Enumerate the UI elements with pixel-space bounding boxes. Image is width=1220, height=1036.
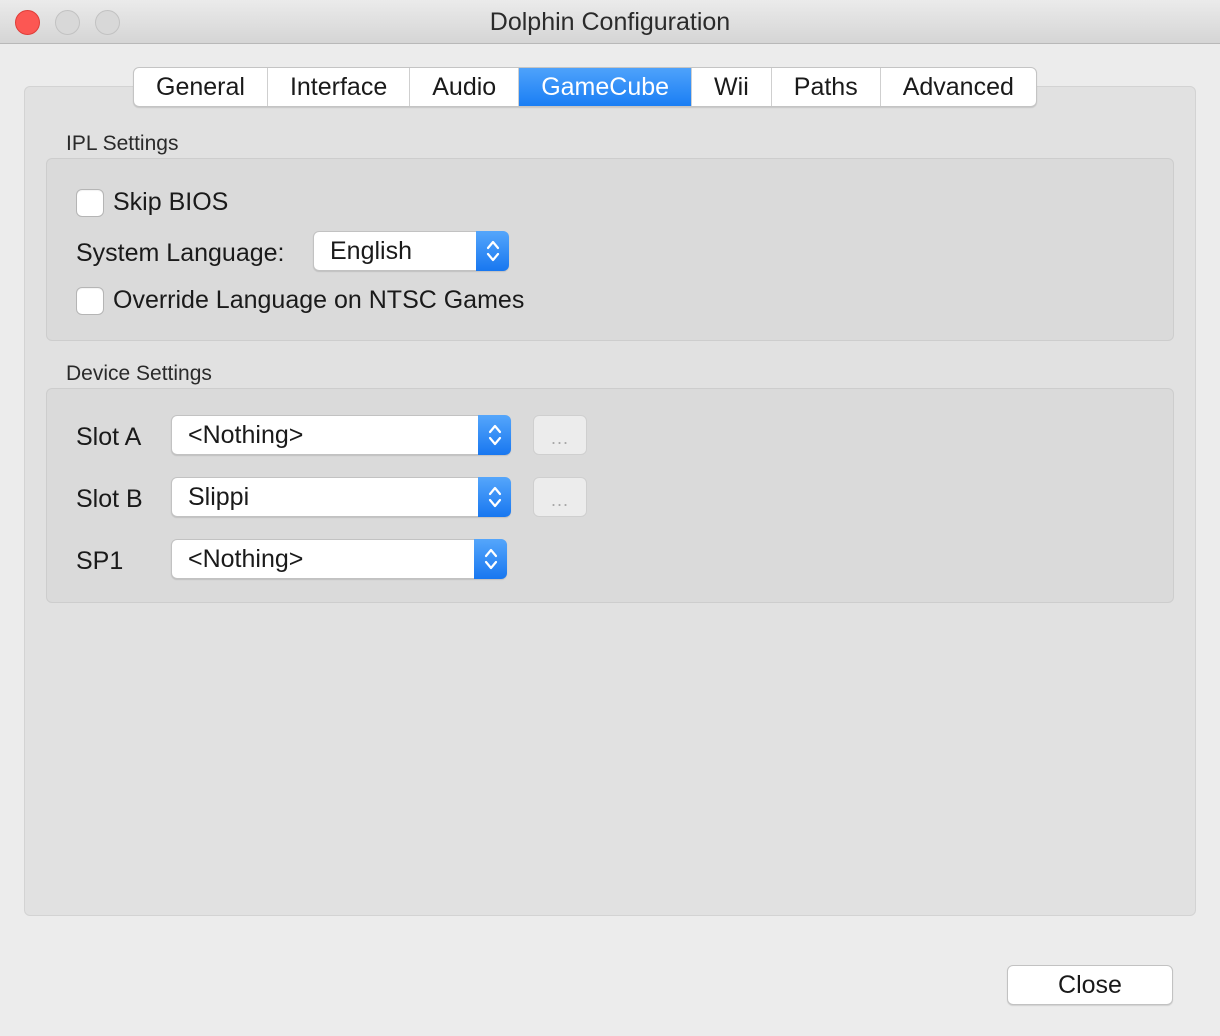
- system-language-select[interactable]: English: [313, 230, 509, 271]
- tab-advanced[interactable]: Advanced: [881, 68, 1036, 106]
- dolphin-configuration-window: Dolphin Configuration General Interface …: [0, 0, 1220, 1036]
- system-language-label: System Language:: [76, 239, 285, 267]
- chevron-up-down-icon: [478, 476, 511, 517]
- tab-wii[interactable]: Wii: [692, 68, 772, 106]
- slot-a-select[interactable]: <Nothing>: [171, 414, 511, 455]
- slot-a-label: Slot A: [76, 423, 142, 451]
- tab-gamecube[interactable]: GameCube: [519, 68, 693, 106]
- slot-b-label: Slot B: [76, 485, 143, 513]
- chevron-up-down-icon: [474, 538, 507, 579]
- override-language-label[interactable]: Override Language on NTSC Games: [113, 286, 524, 315]
- sp1-value: <Nothing>: [188, 544, 304, 573]
- tab-paths[interactable]: Paths: [772, 68, 881, 106]
- sp1-label: SP1: [76, 547, 124, 575]
- skip-bios-row: Skip BIOS: [76, 188, 228, 217]
- device-settings-heading: Device Settings: [66, 362, 212, 385]
- slot-b-select[interactable]: Slippi: [171, 476, 511, 517]
- tab-interface[interactable]: Interface: [268, 68, 411, 106]
- chevron-up-down-icon: [476, 230, 509, 271]
- ipl-settings-heading: IPL Settings: [66, 132, 179, 155]
- slot-a-config-button[interactable]: ...: [533, 415, 587, 455]
- title-bar: Dolphin Configuration: [0, 0, 1220, 44]
- close-button[interactable]: Close: [1007, 965, 1173, 1005]
- slot-b-value: Slippi: [188, 482, 250, 511]
- slot-a-value: <Nothing>: [188, 420, 304, 449]
- slot-b-config-button[interactable]: ...: [533, 477, 587, 517]
- tab-general[interactable]: General: [134, 68, 268, 106]
- chevron-up-down-icon: [478, 414, 511, 455]
- window-title: Dolphin Configuration: [489, 8, 731, 36]
- system-language-value: English: [330, 236, 412, 265]
- override-language-row: Override Language on NTSC Games: [76, 286, 524, 315]
- sp1-select[interactable]: <Nothing>: [171, 538, 507, 579]
- tab-bar: General Interface Audio GameCube Wii Pat…: [133, 67, 1037, 107]
- skip-bios-checkbox[interactable]: [76, 188, 104, 217]
- override-language-checkbox[interactable]: [76, 286, 104, 315]
- skip-bios-label[interactable]: Skip BIOS: [113, 188, 228, 217]
- tab-audio[interactable]: Audio: [410, 68, 520, 106]
